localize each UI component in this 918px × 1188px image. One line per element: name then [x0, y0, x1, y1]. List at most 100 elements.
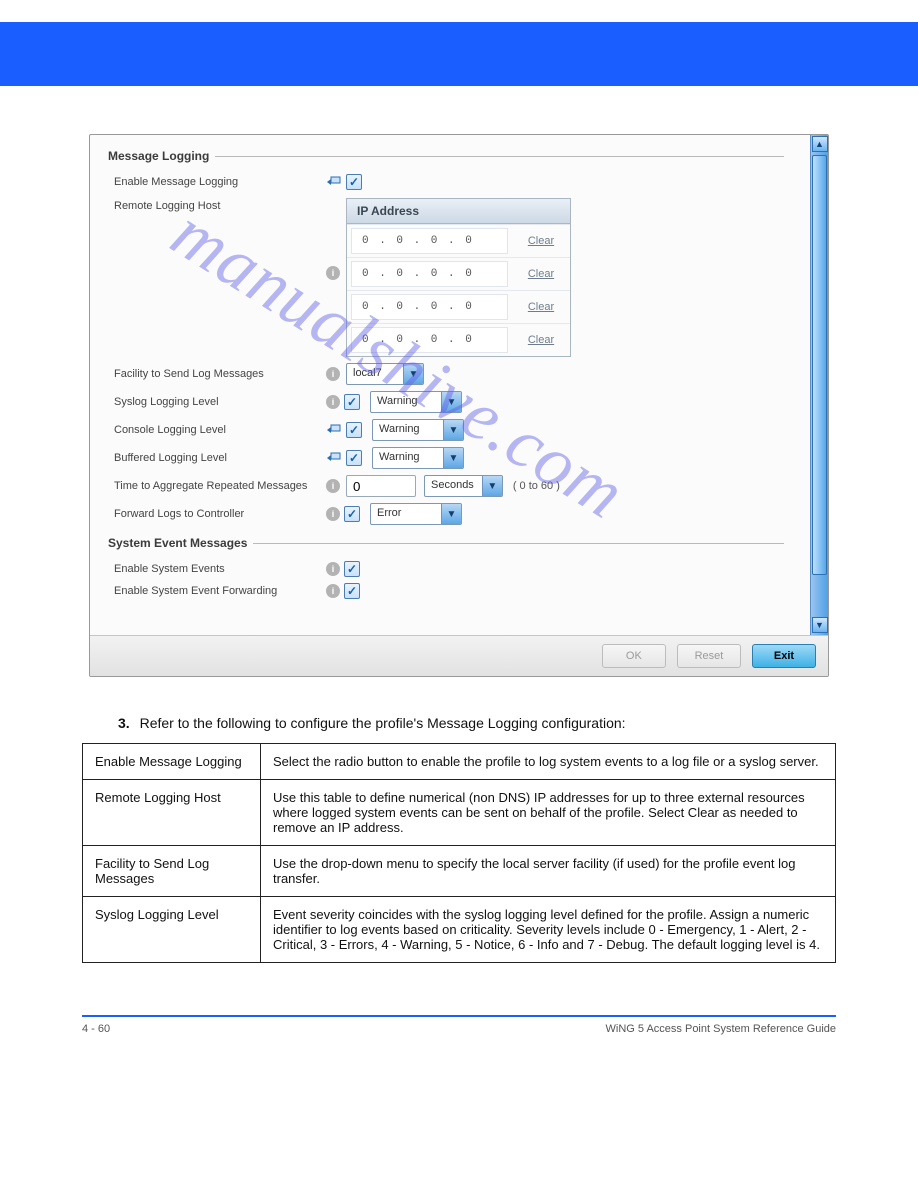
ip-input[interactable]: 0 . 0 . 0 . 0 [351, 294, 508, 320]
label-enable-message-logging: Enable Message Logging [108, 176, 326, 188]
info-icon[interactable]: i [326, 395, 340, 409]
clear-link[interactable]: Clear [512, 328, 570, 352]
dropdown-buffered-level[interactable]: Warning ▼ [372, 447, 464, 469]
ip-table-header: IP Address [347, 199, 570, 224]
panel-scroll-area: Message Logging Enable Message Logging ✓… [90, 135, 828, 635]
ref-term: Remote Logging Host [83, 780, 261, 846]
info-icon[interactable]: i [326, 367, 340, 381]
ip-input[interactable]: 0 . 0 . 0 . 0 [351, 261, 508, 287]
row-enable-system-events: Enable System Events i ✓ [108, 558, 792, 580]
label-facility: Facility to Send Log Messages [108, 368, 326, 380]
dropdown-forward-controller[interactable]: Error ▼ [370, 503, 462, 525]
apply-to-devices-icon[interactable] [326, 175, 342, 189]
step-text: Refer to the following to configure the … [140, 715, 626, 731]
table-row: Syslog Logging Level Event severity coin… [83, 897, 836, 963]
checkbox-console-level[interactable]: ✓ [346, 422, 362, 438]
panel-content: Message Logging Enable Message Logging ✓… [90, 135, 810, 635]
row-aggregate-time: Time to Aggregate Repeated Messages i Se… [108, 472, 792, 500]
dropdown-value: Seconds [425, 476, 482, 496]
label-enable-system-event-forwarding: Enable System Event Forwarding [108, 585, 326, 597]
label-aggregate-time: Time to Aggregate Repeated Messages [108, 480, 326, 492]
dropdown-value: local7 [347, 364, 403, 384]
table-row: Enable Message Logging Select the radio … [83, 744, 836, 780]
clear-link[interactable]: Clear [512, 262, 570, 286]
row-remote-logging-host: Remote Logging Host i IP Address 0 . 0 .… [108, 193, 792, 360]
panel-button-bar: OK Reset Exit [90, 635, 828, 676]
info-icon[interactable]: i [326, 479, 340, 493]
row-enable-message-logging: Enable Message Logging ✓ [108, 171, 792, 193]
chevron-down-icon: ▼ [443, 420, 463, 440]
step-number: 3. [118, 715, 130, 731]
exit-button[interactable]: Exit [752, 644, 816, 668]
ref-desc: Use the drop-down menu to specify the lo… [261, 846, 836, 897]
row-syslog-level: Syslog Logging Level i ✓ Warning ▼ [108, 388, 792, 416]
page-footer: 4 - 60 WiNG 5 Access Point System Refere… [82, 1023, 836, 1035]
row-enable-system-event-forwarding: Enable System Event Forwarding i ✓ [108, 580, 792, 602]
scroll-down-icon[interactable]: ▼ [812, 617, 828, 633]
ref-term: Facility to Send Log Messages [83, 846, 261, 897]
row-facility: Facility to Send Log Messages i local7 ▼ [108, 360, 792, 388]
checkbox-forward-controller[interactable]: ✓ [344, 506, 360, 522]
dropdown-syslog-level[interactable]: Warning ▼ [370, 391, 462, 413]
table-row: Remote Logging Host Use this table to de… [83, 780, 836, 846]
settings-panel: Message Logging Enable Message Logging ✓… [89, 134, 829, 677]
ref-desc: Use this table to define numerical (non … [261, 780, 836, 846]
checkbox-enable-message-logging[interactable]: ✓ [346, 174, 362, 190]
label-forward-controller: Forward Logs to Controller [108, 508, 326, 520]
ref-term: Enable Message Logging [83, 744, 261, 780]
label-console-level: Console Logging Level [108, 424, 326, 436]
ok-button[interactable]: OK [602, 644, 666, 668]
ip-input[interactable]: 0 . 0 . 0 . 0 [351, 327, 508, 353]
checkbox-enable-system-events[interactable]: ✓ [344, 561, 360, 577]
scrollbar-thumb[interactable] [812, 155, 827, 575]
label-enable-system-events: Enable System Events [108, 563, 326, 575]
apply-to-devices-icon[interactable] [326, 451, 342, 465]
checkbox-enable-system-event-forwarding[interactable]: ✓ [344, 583, 360, 599]
label-syslog-level: Syslog Logging Level [108, 396, 326, 408]
reference-table: Enable Message Logging Select the radio … [82, 743, 836, 963]
apply-to-devices-icon[interactable] [326, 423, 342, 437]
checkbox-syslog-level[interactable]: ✓ [344, 394, 360, 410]
ip-input[interactable]: 0 . 0 . 0 . 0 [351, 228, 508, 254]
ref-desc: Event severity coincides with the syslog… [261, 897, 836, 963]
footer-doc-title: WiNG 5 Access Point System Reference Gui… [606, 1023, 836, 1035]
info-icon[interactable]: i [326, 584, 340, 598]
dropdown-value: Error [371, 504, 441, 524]
ip-row: 0 . 0 . 0 . 0 Clear [347, 257, 570, 290]
row-forward-controller: Forward Logs to Controller i ✓ Error ▼ [108, 500, 792, 528]
info-icon[interactable]: i [326, 266, 340, 280]
info-icon[interactable]: i [326, 562, 340, 576]
scroll-up-icon[interactable]: ▲ [812, 136, 828, 152]
dropdown-facility[interactable]: local7 ▼ [346, 363, 424, 385]
row-buffered-level: Buffered Logging Level ✓ Warning ▼ [108, 444, 792, 472]
chevron-down-icon: ▼ [441, 504, 461, 524]
dropdown-aggregate-unit[interactable]: Seconds ▼ [424, 475, 503, 497]
chevron-down-icon: ▼ [403, 364, 423, 384]
range-hint: ( 0 to 60 ) [513, 480, 560, 492]
dropdown-value: Warning [371, 392, 441, 412]
ip-row: 0 . 0 . 0 . 0 Clear [347, 290, 570, 323]
dropdown-value: Warning [373, 448, 443, 468]
section-message-logging: Message Logging [108, 149, 792, 163]
input-aggregate-time[interactable] [346, 475, 416, 497]
vertical-scrollbar[interactable]: ▲ ▼ [810, 135, 828, 635]
table-row: Facility to Send Log Messages Use the dr… [83, 846, 836, 897]
footer-page-number: 4 - 60 [82, 1023, 110, 1035]
reset-button[interactable]: Reset [677, 644, 741, 668]
dropdown-value: Warning [373, 420, 443, 440]
clear-link[interactable]: Clear [512, 295, 570, 319]
chevron-down-icon: ▼ [482, 476, 502, 496]
clear-link[interactable]: Clear [512, 229, 570, 253]
info-icon[interactable]: i [326, 507, 340, 521]
doc-step: 3. Refer to the following to configure t… [118, 715, 798, 731]
ip-row: 0 . 0 . 0 . 0 Clear [347, 323, 570, 356]
dropdown-console-level[interactable]: Warning ▼ [372, 419, 464, 441]
ref-term: Syslog Logging Level [83, 897, 261, 963]
section-system-event-messages: System Event Messages [108, 536, 792, 550]
label-remote-logging-host: Remote Logging Host [108, 196, 326, 212]
checkbox-buffered-level[interactable]: ✓ [346, 450, 362, 466]
label-buffered-level: Buffered Logging Level [108, 452, 326, 464]
chevron-down-icon: ▼ [443, 448, 463, 468]
ip-row: 0 . 0 . 0 . 0 Clear [347, 224, 570, 257]
footer-rule [82, 1015, 836, 1017]
